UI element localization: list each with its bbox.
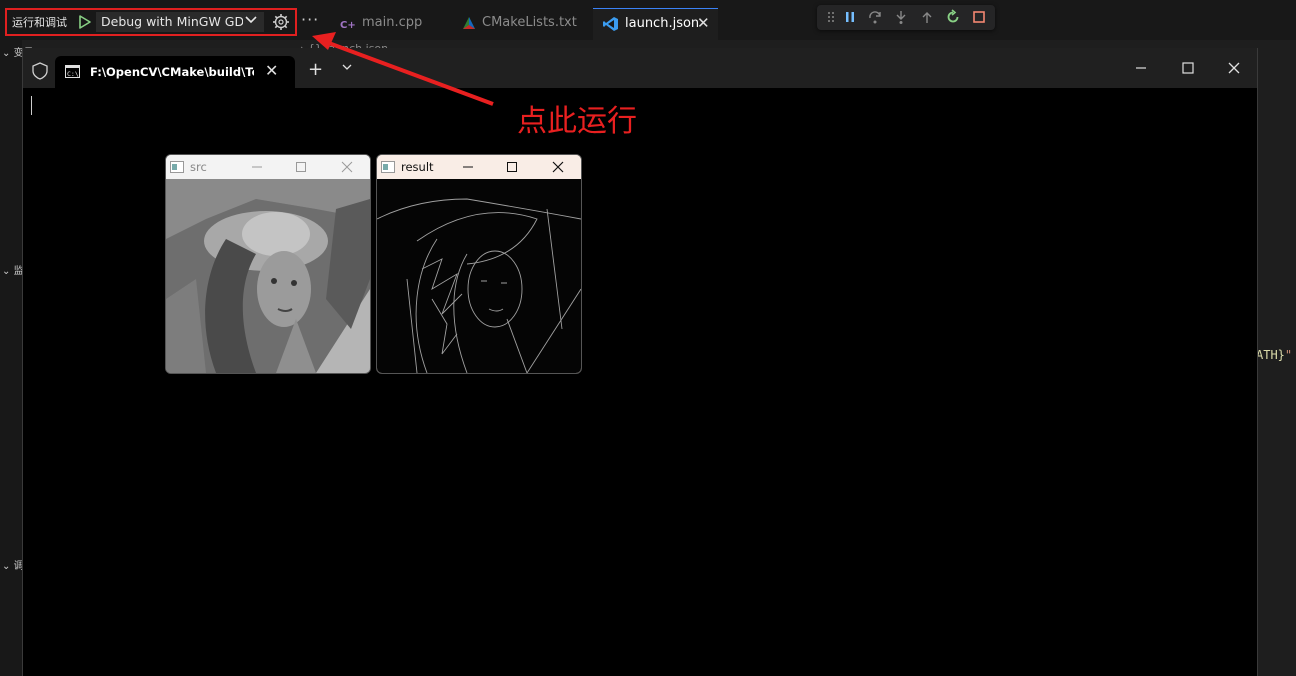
cv-window-titlebar: result [377,155,581,179]
stop-icon[interactable] [971,9,987,25]
tab-launch-json[interactable]: launch.json ✕ [593,8,718,41]
console-icon: C:\ [65,65,80,78]
code-token: ATH} [1256,348,1285,362]
tab-label: launch.json [625,16,700,31]
chevron-down-icon[interactable] [341,61,353,73]
terminal-tab[interactable]: C:\ F:\OpenCV\CMake\build\Test.exe ✕ [55,56,295,88]
vscode-icon [603,17,618,31]
shield-icon [32,62,48,80]
minimize-icon[interactable] [250,160,264,174]
cv-window-titlebar: src [166,155,370,179]
cpp-icon: C+ [340,20,356,31]
annotation-text: 点此运行 [517,104,637,139]
cmake-icon [463,17,475,29]
grayscale-portrait-image [166,179,370,373]
terminal-tab-title: F:\OpenCV\CMake\build\Test.exe [90,65,254,79]
code-token-quote: " [1284,348,1293,362]
sidebar-section-callstack[interactable]: ⌄ 调 [2,557,24,572]
tab-label: main.cpp [362,15,423,30]
cv-window-title: result [401,160,434,174]
step-over-icon[interactable] [867,9,883,25]
maximize-icon[interactable] [1178,58,1198,78]
drag-handle-icon[interactable] [823,9,839,25]
sidebar-section-watch[interactable]: ⌄ 监 [2,262,24,277]
pause-icon[interactable] [842,9,858,25]
restart-icon[interactable] [945,9,961,25]
window-app-icon [170,161,184,173]
close-window-icon[interactable] [1224,58,1244,78]
window-app-icon [381,161,395,173]
step-into-icon[interactable] [893,9,909,25]
cv-window-result[interactable]: result [376,154,582,374]
close-tab-icon[interactable]: ✕ [697,14,710,32]
text-cursor [31,96,32,115]
chevron-down-icon: ⌄ [2,561,11,572]
editor-code-fragment: ATH}" [1256,348,1292,362]
maximize-icon[interactable] [294,160,308,174]
more-actions-button[interactable]: ··· [301,10,319,29]
terminal-window: C:\ F:\OpenCV\CMake\build\Test.exe ✕ + s… [22,48,1258,676]
close-icon[interactable]: ✕ [265,61,278,80]
close-icon[interactable] [340,160,354,174]
debug-sidebar: ⌄ 变量 ⌄ 监 ⌄ 调 [0,40,34,676]
chevron-down-icon: ⌄ [2,48,11,59]
debug-toolbar [817,5,995,30]
tab-cmakelists[interactable]: CMakeLists.txt [452,8,592,40]
step-out-icon[interactable] [919,9,935,25]
minimize-icon[interactable] [1131,58,1151,78]
minimize-icon[interactable] [461,160,475,174]
svg-text:C+: C+ [340,20,356,31]
edge-detected-image [377,179,581,373]
svg-text:C:\: C:\ [67,70,79,78]
chevron-down-icon: ⌄ [2,266,11,277]
close-icon[interactable] [551,160,565,174]
cv-window-src[interactable]: src [165,154,371,374]
cv-window-title: src [190,160,207,174]
maximize-icon[interactable] [505,160,519,174]
new-tab-button[interactable]: + [308,59,323,80]
tab-label: CMakeLists.txt [482,15,577,30]
tab-main-cpp[interactable]: C+ main.cpp [330,8,452,40]
annotation-highlight-box [5,8,297,36]
